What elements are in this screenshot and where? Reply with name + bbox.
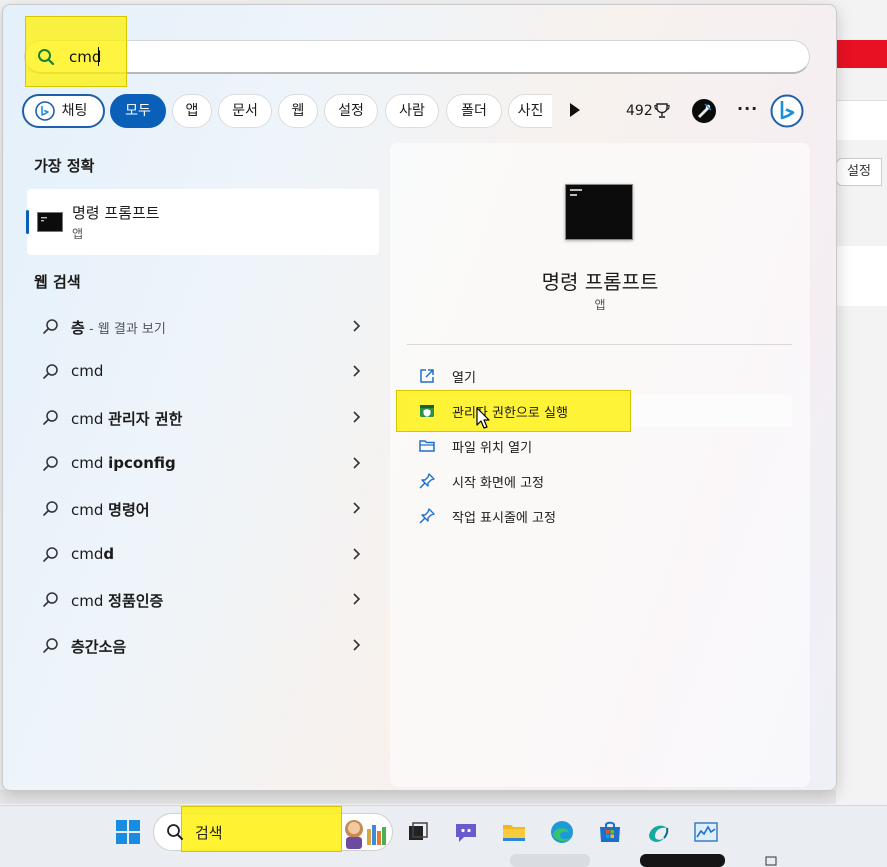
chevron-right-icon <box>353 457 361 469</box>
chat-icon[interactable] <box>452 818 480 846</box>
search-icon <box>43 364 58 379</box>
background-scrollbar[interactable] <box>0 790 836 804</box>
chevron-right-icon <box>353 365 361 377</box>
best-match-title[interactable]: 명령 프롬프트 <box>72 202 160 223</box>
command-prompt-icon <box>37 212 63 232</box>
web-result-prefix: cmd <box>71 410 109 428</box>
bing-chat-icon <box>35 101 55 121</box>
search-icon <box>43 410 58 425</box>
text-caret <box>98 47 99 66</box>
web-search-heading: 웹 검색 <box>34 273 81 291</box>
web-result-suggestion: d <box>103 545 115 563</box>
search-icon <box>38 49 55 66</box>
web-result-prefix: cmd <box>71 454 109 472</box>
web-result-suggestion: ipconfig <box>108 454 176 472</box>
task-view-icon[interactable] <box>404 818 432 846</box>
web-result-row[interactable]: cmd <box>40 351 370 391</box>
windows-start-icon[interactable] <box>114 818 142 846</box>
search-icon <box>43 319 58 334</box>
web-result-suggestion: 정품인증 <box>108 592 164 610</box>
account-avatar-icon[interactable] <box>692 99 716 123</box>
search-highlight-illustration-icon <box>345 820 386 849</box>
background-window-edge <box>0 852 887 867</box>
filter-all-button[interactable]: 모두 <box>110 94 166 128</box>
filter-settings-button[interactable]: 설정 <box>324 94 378 128</box>
action-label: 관리자 권한으로 실행 <box>452 406 568 421</box>
action-label: 열기 <box>452 371 476 386</box>
edge-browser-icon[interactable] <box>548 818 576 846</box>
search-icon <box>43 638 58 653</box>
chevron-right-icon <box>353 320 361 332</box>
search-icon <box>43 456 58 471</box>
chevron-right-icon <box>353 593 361 605</box>
background-settings-button[interactable]: 설정 <box>836 158 882 186</box>
filter-apps-button[interactable]: 앱 <box>172 94 212 128</box>
filter-web-button[interactable]: 웹 <box>278 94 318 128</box>
divider <box>407 344 792 345</box>
pin-icon <box>419 508 435 524</box>
performance-monitor-icon[interactable] <box>692 818 720 846</box>
folder-icon <box>419 440 435 452</box>
chevron-right-icon <box>353 548 361 560</box>
search-icon <box>43 592 58 607</box>
filter-folders-button[interactable]: 폴더 <box>446 94 502 128</box>
more-options-icon[interactable]: ··· <box>737 99 758 118</box>
chevron-right-icon <box>353 411 361 423</box>
trophy-icon <box>654 103 670 118</box>
web-result-prefix: cmd <box>71 362 104 380</box>
search-icon <box>43 547 58 562</box>
web-result-row[interactable]: cmd ipconfig <box>40 443 370 483</box>
web-result-row[interactable]: cmd 명령어 <box>40 488 370 528</box>
best-match-heading: 가장 정확 <box>34 157 95 175</box>
pin-icon <box>419 473 435 489</box>
command-prompt-large-icon <box>565 184 633 240</box>
action-label: 작업 표시줄에 고정 <box>452 511 556 526</box>
microsoft-store-icon[interactable] <box>596 818 624 846</box>
filter-people-button[interactable]: 사람 <box>385 94 439 128</box>
filter-photos-button[interactable]: 사진 <box>508 94 552 128</box>
web-result-suggestion: 관리자 권한 <box>108 410 183 428</box>
admin-shield-icon <box>420 405 434 417</box>
background-toolbar <box>836 100 887 140</box>
web-result-query: 층 <box>71 319 85 337</box>
web-result-prefix: cmd <box>71 592 109 610</box>
rewards-points[interactable]: 492 <box>626 103 653 119</box>
selection-indicator <box>26 210 29 234</box>
web-result-suggestion: 명령어 <box>108 501 150 519</box>
web-result-suggestion: 층간소음 <box>71 638 127 656</box>
search-icon <box>167 824 183 840</box>
mouse-cursor-icon <box>476 407 490 429</box>
bing-icon[interactable] <box>770 94 804 128</box>
web-result-row[interactable]: 층 - 웹 결과 보기 <box>40 306 370 346</box>
action-label: 시작 화면에 고정 <box>452 476 544 491</box>
web-result-row[interactable]: cmdd <box>40 534 370 574</box>
app-swirl-icon[interactable] <box>644 818 672 846</box>
web-result-prefix: cmd <box>71 501 109 519</box>
search-icon <box>43 501 58 516</box>
open-external-icon <box>420 369 434 383</box>
taskbar-search-label[interactable]: 검색 <box>195 822 223 843</box>
background-close-button[interactable] <box>836 40 887 68</box>
filter-documents-button[interactable]: 문서 <box>218 94 272 128</box>
web-result-row[interactable]: 층간소음 <box>40 625 370 665</box>
web-result-row[interactable]: cmd 정품인증 <box>40 579 370 619</box>
search-input[interactable] <box>24 40 810 74</box>
web-result-hint: - 웹 결과 보기 <box>84 322 166 337</box>
chevron-right-icon <box>353 639 361 651</box>
detail-app-type: 앱 <box>594 298 606 312</box>
web-result-prefix: cmd <box>71 545 104 563</box>
web-result-row[interactable]: cmd 관리자 권한 <box>40 397 370 437</box>
file-explorer-icon[interactable] <box>500 818 528 846</box>
chevron-right-icon <box>353 502 361 514</box>
best-match-type: 앱 <box>72 227 84 241</box>
detail-app-title: 명령 프롬프트 <box>541 270 659 294</box>
search-input-value[interactable]: cmd <box>69 48 101 66</box>
more-filters-arrow-icon[interactable] <box>570 103 580 117</box>
background-panel <box>836 246 887 306</box>
action-label: 파일 위치 열기 <box>452 441 533 456</box>
